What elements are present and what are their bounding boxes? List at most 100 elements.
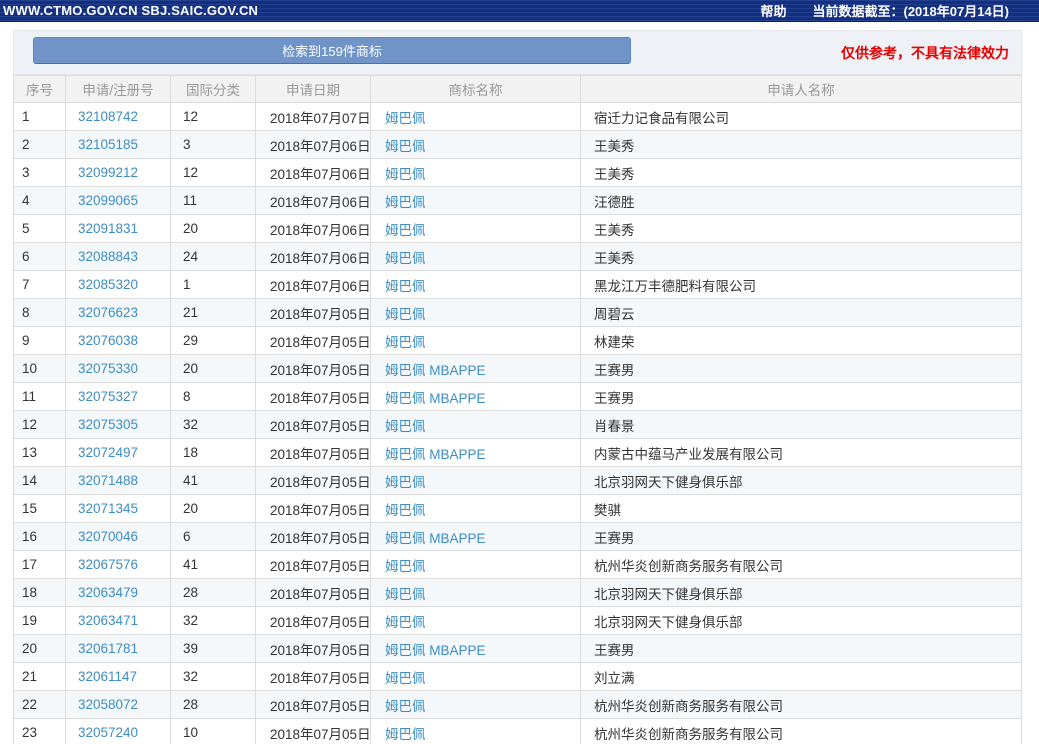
registration-number-link[interactable]: 32076038 [78,333,138,348]
application-date-cell: 2018年07月05日 [255,382,371,411]
row-index-cell: 15 [13,494,66,523]
application-date-cell: 2018年07月06日 [255,130,371,159]
row-index-cell: 3 [13,158,66,187]
trademark-name-link[interactable]: 姆巴佩 [385,195,426,210]
registration-number-link[interactable]: 32057240 [78,725,138,740]
applicant-name-cell: 王赛男 [580,522,1022,551]
application-date-cell: 2018年07月06日 [255,214,371,243]
application-date-cell: 2018年07月05日 [255,634,371,663]
intl-class-cell: 29 [170,326,256,355]
intl-class-cell: 32 [170,662,256,691]
intl-class-cell: 6 [170,522,256,551]
result-count-button[interactable]: 检索到159件商标 [33,37,631,64]
trademark-name-link[interactable]: 姆巴佩 [385,139,426,154]
row-index-cell: 2 [13,130,66,159]
row-index-cell: 10 [13,354,66,383]
registration-number-link[interactable]: 32067576 [78,557,138,572]
application-date-cell: 2018年07月05日 [255,662,371,691]
intl-class-cell: 10 [170,718,256,744]
trademark-name-link[interactable]: 姆巴佩 [385,111,426,126]
intl-class-cell: 24 [170,242,256,271]
applicant-name-cell: 北京羽网天下健身俱乐部 [580,606,1022,635]
help-link[interactable]: 帮助 [760,1,786,20]
registration-number-link[interactable]: 32075305 [78,417,138,432]
intl-class-cell: 12 [170,158,256,187]
registration-number-link[interactable]: 32075327 [78,389,138,404]
trademark-name-link[interactable]: 姆巴佩 [385,587,426,602]
registration-number-link[interactable]: 32076623 [78,305,138,320]
applicant-name-cell: 王美秀 [580,242,1022,271]
registration-number-link[interactable]: 32108742 [78,109,138,124]
application-date-cell: 2018年07月05日 [255,494,371,523]
registration-number-link[interactable]: 32085320 [78,277,138,292]
column-header-class: 国际分类 [170,75,256,103]
applicant-name-cell: 王赛男 [580,634,1022,663]
applicant-name-cell: 杭州华炎创新商务服务有限公司 [580,690,1022,719]
registration-number-link[interactable]: 32058072 [78,697,138,712]
application-date-cell: 2018年07月05日 [255,410,371,439]
top-bar-right: 帮助 当前数据截至：(2018年07月14日) [760,1,1039,20]
intl-class-cell: 41 [170,466,256,495]
applicant-name-cell: 北京羽网天下健身俱乐部 [580,578,1022,607]
row-index-cell: 23 [13,718,66,744]
registration-number-link[interactable]: 32071345 [78,501,138,516]
table-row: 1 32108742 12 2018年07月07日 姆巴佩 宿迁力记食品有限公司 [13,102,1022,131]
intl-class-cell: 1 [170,270,256,299]
trademark-name-link[interactable]: 姆巴佩 MBAPPE [385,531,486,546]
intl-class-cell: 21 [170,298,256,327]
row-index-cell: 9 [13,326,66,355]
table-row: 10 32075330 20 2018年07月05日 姆巴佩 MBAPPE 王赛… [13,354,1022,383]
trademark-name-link[interactable]: 姆巴佩 [385,503,426,518]
application-date-cell: 2018年07月05日 [255,718,371,744]
registration-number-link[interactable]: 32088843 [78,249,138,264]
application-date-cell: 2018年07月05日 [255,354,371,383]
trademark-name-link[interactable]: 姆巴佩 [385,559,426,574]
column-header-reg-no: 申请/注册号 [65,75,171,103]
trademark-name-link[interactable]: 姆巴佩 [385,223,426,238]
row-index-cell: 11 [13,382,66,411]
column-header-index: 序号 [13,75,66,103]
trademark-name-link[interactable]: 姆巴佩 [385,251,426,266]
registration-number-link[interactable]: 32070046 [78,529,138,544]
trademark-name-link[interactable]: 姆巴佩 [385,335,426,350]
applicant-name-cell: 肖春景 [580,410,1022,439]
registration-number-link[interactable]: 32105185 [78,137,138,152]
trademark-name-link[interactable]: 姆巴佩 [385,279,426,294]
trademark-name-link[interactable]: 姆巴佩 [385,167,426,182]
registration-number-link[interactable]: 32072497 [78,445,138,460]
registration-number-link[interactable]: 32061781 [78,641,138,656]
application-date-cell: 2018年07月05日 [255,298,371,327]
trademark-name-link[interactable]: 姆巴佩 MBAPPE [385,643,486,658]
trademark-name-link[interactable]: 姆巴佩 [385,615,426,630]
table-row: 22 32058072 28 2018年07月05日 姆巴佩 杭州华炎创新商务服… [13,690,1022,719]
registration-number-link[interactable]: 32091831 [78,221,138,236]
table-row: 11 32075327 8 2018年07月05日 姆巴佩 MBAPPE 王赛男 [13,382,1022,411]
row-index-cell: 17 [13,550,66,579]
trademark-name-link[interactable]: 姆巴佩 [385,419,426,434]
trademark-name-link[interactable]: 姆巴佩 [385,307,426,322]
trademark-name-link[interactable]: 姆巴佩 MBAPPE [385,363,486,378]
registration-number-link[interactable]: 32075330 [78,361,138,376]
row-index-cell: 7 [13,270,66,299]
registration-number-link[interactable]: 32063471 [78,613,138,628]
trademark-name-link[interactable]: 姆巴佩 [385,475,426,490]
applicant-name-cell: 汪德胜 [580,186,1022,215]
registration-number-link[interactable]: 32099212 [78,165,138,180]
table-row: 4 32099065 11 2018年07月06日 姆巴佩 汪德胜 [13,186,1022,215]
table-row: 17 32067576 41 2018年07月05日 姆巴佩 杭州华炎创新商务服… [13,550,1022,579]
applicant-name-cell: 刘立满 [580,662,1022,691]
trademark-name-link[interactable]: 姆巴佩 [385,671,426,686]
trademark-name-link[interactable]: 姆巴佩 MBAPPE [385,391,486,406]
registration-number-link[interactable]: 32061147 [78,669,137,684]
intl-class-cell: 18 [170,438,256,467]
registration-number-link[interactable]: 32063479 [78,585,138,600]
table-row: 2 32105185 3 2018年07月06日 姆巴佩 王美秀 [13,130,1022,159]
applicant-name-cell: 王美秀 [580,158,1022,187]
registration-number-link[interactable]: 32071488 [78,473,138,488]
trademark-name-link[interactable]: 姆巴佩 [385,727,426,742]
applicant-name-cell: 黑龙江万丰德肥料有限公司 [580,270,1022,299]
trademark-name-link[interactable]: 姆巴佩 [385,699,426,714]
trademark-name-link[interactable]: 姆巴佩 MBAPPE [385,447,486,462]
table-row: 19 32063471 32 2018年07月05日 姆巴佩 北京羽网天下健身俱… [13,606,1022,635]
registration-number-link[interactable]: 32099065 [78,193,138,208]
